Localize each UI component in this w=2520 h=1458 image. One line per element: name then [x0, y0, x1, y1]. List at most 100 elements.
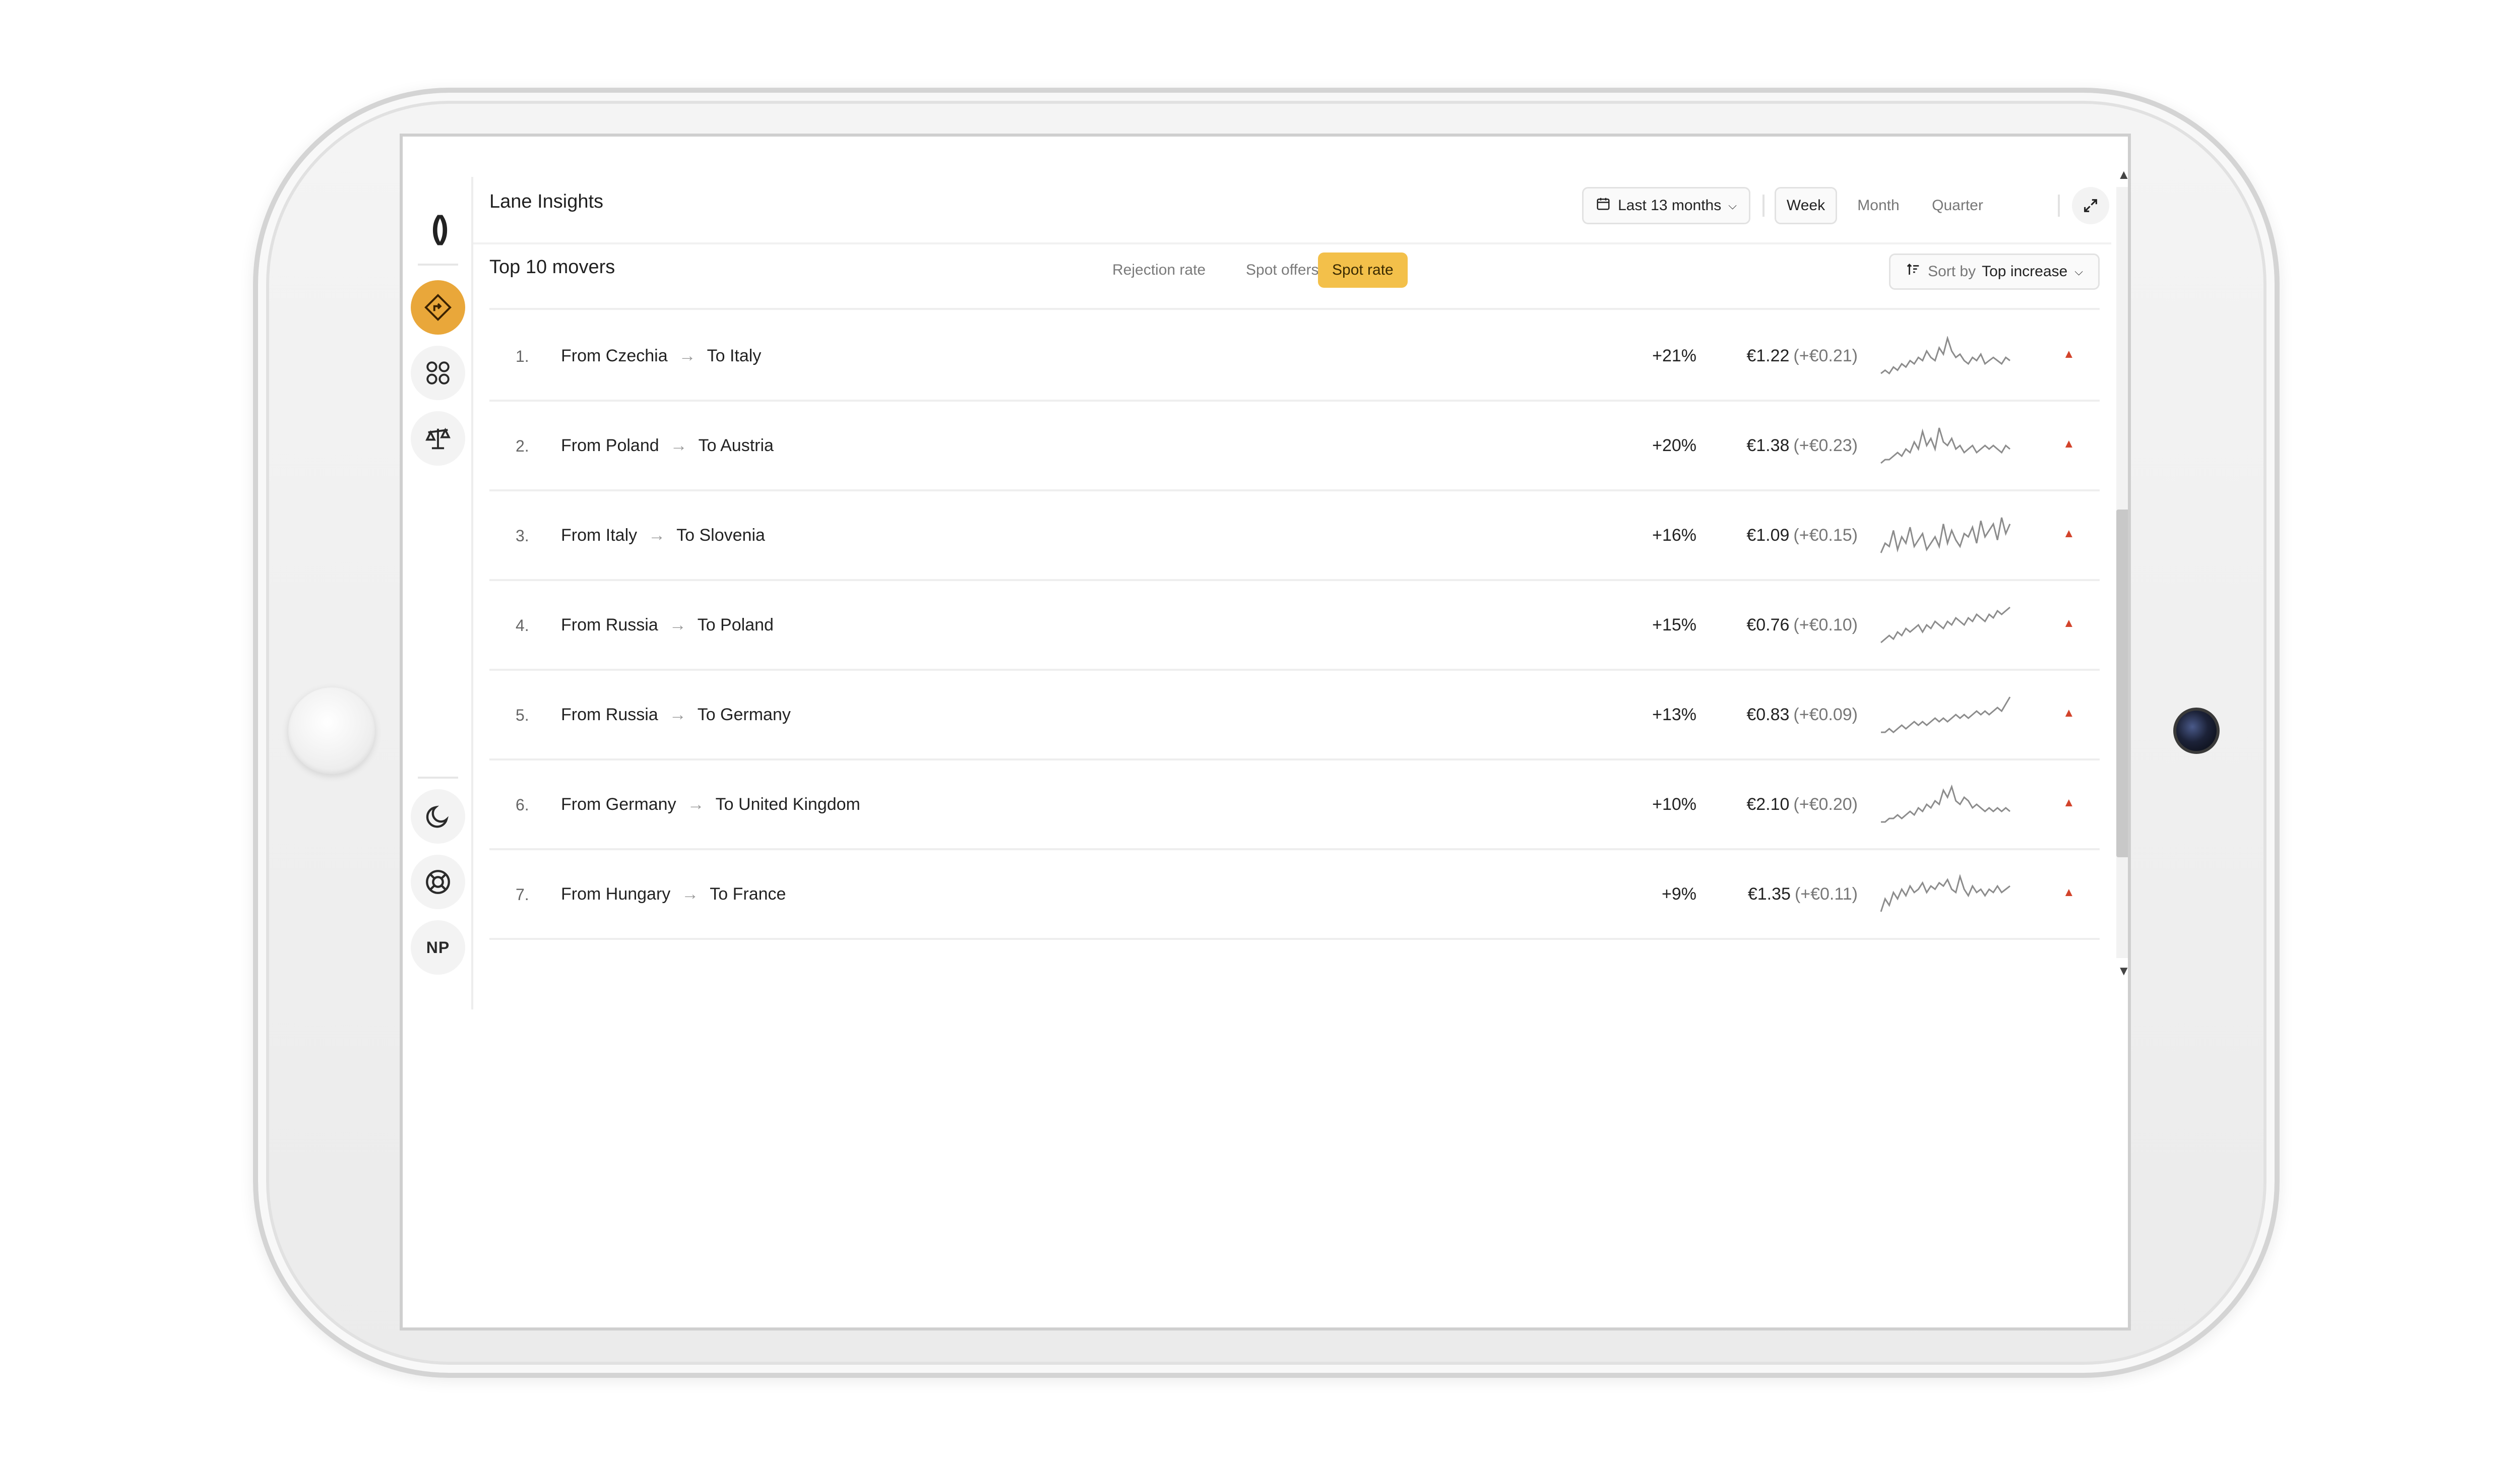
- trend-up-icon: ▲: [2063, 796, 2075, 809]
- row-route: From Russia → To Poland: [561, 615, 774, 635]
- row-percent-change: +13%: [1652, 705, 1696, 724]
- route-destination: To Austria: [698, 436, 774, 455]
- sidebar-item-compare[interactable]: [411, 411, 465, 466]
- price-delta: (+€0.11): [1794, 884, 1858, 904]
- chevron-down-icon: ⌵: [2074, 265, 2083, 278]
- arrow-right-icon: →: [669, 705, 686, 724]
- app-screen: () NP Lane Insights Last 13 months ⌵ Wee…: [400, 134, 2131, 1330]
- arrow-right-icon: →: [648, 526, 666, 545]
- price-value: €1.38: [1746, 436, 1790, 455]
- arrow-right-icon: →: [670, 436, 687, 455]
- trend-up-icon: ▲: [2063, 347, 2075, 361]
- row-price: €1.22 (+€0.21): [1746, 346, 1858, 366]
- arrow-right-icon: →: [669, 615, 686, 635]
- price-value: €1.22: [1746, 346, 1790, 365]
- row-price: €0.76 (+€0.10): [1746, 615, 1858, 635]
- sparkline: [1880, 336, 2010, 375]
- row-route: From Germany → To United Kingdom: [561, 795, 860, 814]
- sidebar-item-dashboard[interactable]: [411, 346, 465, 400]
- route-origin: From Hungary: [561, 884, 671, 904]
- sparkline: [1880, 606, 2010, 644]
- row-percent-change: +21%: [1652, 346, 1696, 365]
- sidebar-divider-bottom: [418, 777, 458, 779]
- arrow-right-icon: →: [687, 795, 705, 814]
- home-button[interactable]: [288, 687, 375, 774]
- arrow-right-icon: →: [678, 346, 696, 365]
- trend-up-icon: ▲: [2063, 706, 2075, 720]
- sort-icon: [1906, 262, 1921, 281]
- row-rank: 4.: [516, 616, 529, 635]
- scrollbar-thumb[interactable]: [2116, 510, 2128, 857]
- sidebar-divider: [418, 264, 458, 266]
- chevron-down-icon: ⌵: [1728, 199, 1737, 212]
- header-divider-line: [473, 242, 2111, 244]
- route-origin: From Italy: [561, 526, 638, 545]
- trend-up-icon: ▲: [2063, 437, 2075, 451]
- sparkline: [1881, 785, 2010, 823]
- help-button[interactable]: [411, 855, 465, 909]
- route-sign-icon: [424, 294, 452, 321]
- row-percent-change: +10%: [1652, 795, 1696, 814]
- table-row[interactable]: 5. From Russia → To Germany +13% €0.83 (+€0.09…: [489, 671, 2100, 760]
- sort-label: Sort by: [1928, 263, 1976, 280]
- row-rank: 3.: [516, 527, 529, 545]
- route-destination: To United Kingdom: [715, 795, 860, 814]
- arrow-right-icon: →: [681, 884, 699, 904]
- route-origin: From Germany: [561, 795, 676, 814]
- trend-up-icon: ▲: [2063, 616, 2075, 630]
- route-destination: To Germany: [697, 705, 791, 724]
- row-price: €2.10 (+€0.20): [1746, 795, 1858, 814]
- price-delta: (+€0.15): [1793, 526, 1858, 545]
- route-destination: To Slovenia: [676, 526, 765, 545]
- price-delta: (+€0.10): [1793, 615, 1858, 635]
- scroll-down-icon[interactable]: ▼: [2117, 963, 2128, 979]
- sparkline: [1880, 427, 2010, 464]
- sparkline: [1880, 874, 2010, 912]
- row-rank: 5.: [516, 706, 529, 724]
- price-value: €0.83: [1746, 705, 1790, 724]
- sort-dropdown[interactable]: Sort by Top increase ⌵: [1889, 253, 2100, 290]
- price-value: €1.35: [1747, 884, 1791, 904]
- period-week-button[interactable]: Week: [1775, 187, 1837, 224]
- moon-icon: [426, 805, 449, 828]
- table-row[interactable]: 3. From Italy → To Slovenia +16% €1.09 (+€0.15…: [489, 491, 2100, 581]
- period-quarter-button[interactable]: Quarter: [1920, 187, 1995, 224]
- sidebar: () NP: [403, 177, 473, 1009]
- price-delta: (+€0.09): [1793, 705, 1858, 724]
- route-origin: From Russia: [561, 705, 658, 724]
- row-percent-change: +16%: [1652, 526, 1696, 545]
- table-row[interactable]: 7. From Hungary → To France +9% €1.35 (+€0.11)…: [489, 850, 2100, 940]
- front-camera: [2173, 708, 2220, 754]
- section-divider: [489, 308, 2100, 310]
- header-divider-2: [2058, 195, 2060, 217]
- sparkline-path: [1880, 427, 2010, 464]
- row-route: From Poland → To Austria: [561, 436, 774, 456]
- logo-icon: (): [431, 209, 449, 245]
- table-row[interactable]: 2. From Poland → To Austria +20% €1.38 (+€0.23…: [489, 402, 2100, 491]
- sparkline-path: [1881, 696, 2011, 733]
- table-row[interactable]: 6. From Germany → To United Kingdom +10% €2.1…: [489, 760, 2100, 850]
- table-row[interactable]: 4. From Russia → To Poland +15% €0.76 (+€0.10)…: [489, 581, 2100, 671]
- tab-spot-rate[interactable]: Spot rate: [1318, 252, 1408, 288]
- sparkline-path: [1880, 874, 2010, 912]
- expand-button[interactable]: [2072, 187, 2109, 224]
- tab-rejection-rate[interactable]: Rejection rate: [1098, 252, 1220, 288]
- section-title: Top 10 movers: [489, 257, 615, 278]
- row-price: €0.83 (+€0.09): [1746, 705, 1858, 725]
- row-percent-change: +15%: [1652, 615, 1696, 635]
- table-row[interactable]: 1. From Czechia → To Italy +21% €1.22 (+€0.21)…: [489, 312, 2100, 402]
- sidebar-item-lanes[interactable]: [411, 280, 465, 335]
- route-origin: From Poland: [561, 436, 659, 455]
- route-destination: To France: [710, 884, 786, 904]
- date-range-dropdown[interactable]: Last 13 months ⌵: [1582, 187, 1750, 224]
- period-month-button[interactable]: Month: [1847, 187, 1910, 224]
- expand-icon: [2084, 199, 2097, 212]
- trend-up-icon: ▲: [2063, 527, 2075, 540]
- user-avatar[interactable]: NP: [411, 920, 465, 975]
- sparkline: [1881, 696, 2011, 733]
- sparkline-path: [1881, 785, 2010, 823]
- scroll-up-icon[interactable]: ▲: [2117, 167, 2128, 182]
- price-delta: (+€0.21): [1793, 346, 1858, 365]
- dark-mode-toggle[interactable]: [411, 789, 465, 844]
- row-price: €1.35 (+€0.11): [1748, 884, 1858, 904]
